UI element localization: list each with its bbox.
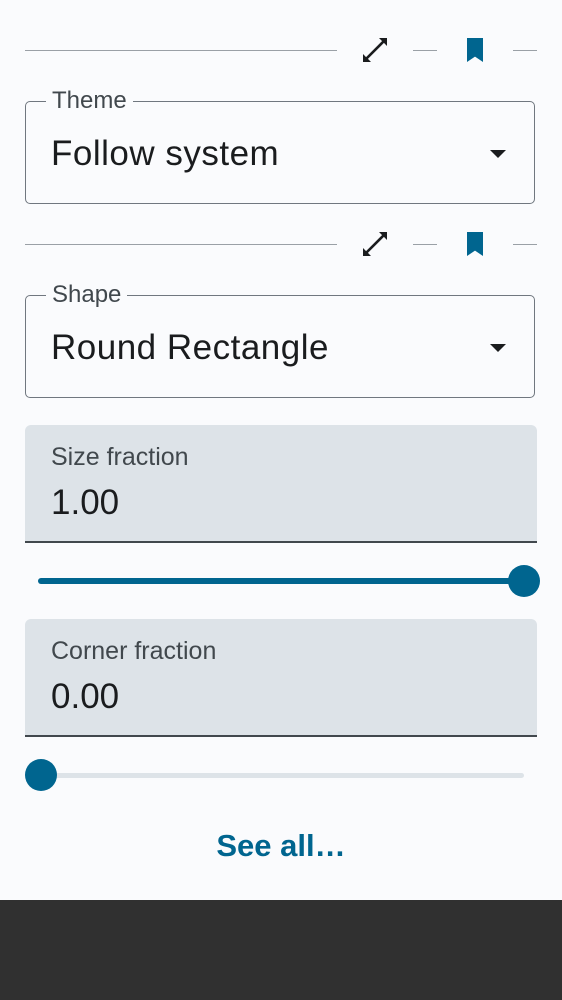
- divider-line: [413, 50, 437, 51]
- theme-dropdown[interactable]: Theme Follow system: [25, 87, 535, 204]
- corner-fraction-label: Corner fraction: [51, 637, 217, 665]
- theme-label: Theme: [46, 87, 133, 115]
- size-fraction-slider[interactable]: [25, 561, 540, 601]
- slider-thumb[interactable]: [508, 565, 540, 597]
- size-fraction-label: Size fraction: [51, 443, 189, 471]
- size-fraction-value: 1.00: [51, 483, 120, 522]
- bookmark-icon[interactable]: [459, 34, 491, 66]
- bookmark-icon[interactable]: [459, 228, 491, 260]
- divider-line: [25, 244, 337, 245]
- slider-track: [38, 773, 524, 778]
- size-fraction-field[interactable]: Size fraction 1.00: [25, 425, 537, 543]
- bottom-bar: [0, 900, 562, 1000]
- divider-line: [25, 50, 337, 51]
- shape-dropdown[interactable]: Shape Round Rectangle: [25, 281, 535, 398]
- expand-diagonal-icon[interactable]: [359, 34, 391, 66]
- corner-fraction-value: 0.00: [51, 677, 120, 716]
- divider-line: [413, 244, 437, 245]
- theme-divider-row: [25, 30, 537, 70]
- slider-active-track: [38, 578, 524, 584]
- shape-value: Round Rectangle: [51, 328, 329, 367]
- shape-label: Shape: [46, 281, 128, 309]
- slider-thumb[interactable]: [25, 759, 57, 791]
- shape-divider-row: [25, 224, 537, 264]
- see-all-link[interactable]: See all…: [0, 828, 562, 864]
- corner-fraction-slider[interactable]: [25, 755, 537, 795]
- expand-diagonal-icon[interactable]: [359, 228, 391, 260]
- theme-value: Follow system: [51, 134, 280, 173]
- divider-line: [513, 50, 537, 51]
- divider-line: [513, 244, 537, 245]
- dropdown-arrow-icon[interactable]: [490, 150, 506, 158]
- dropdown-arrow-icon[interactable]: [490, 344, 506, 352]
- corner-fraction-field[interactable]: Corner fraction 0.00: [25, 619, 537, 737]
